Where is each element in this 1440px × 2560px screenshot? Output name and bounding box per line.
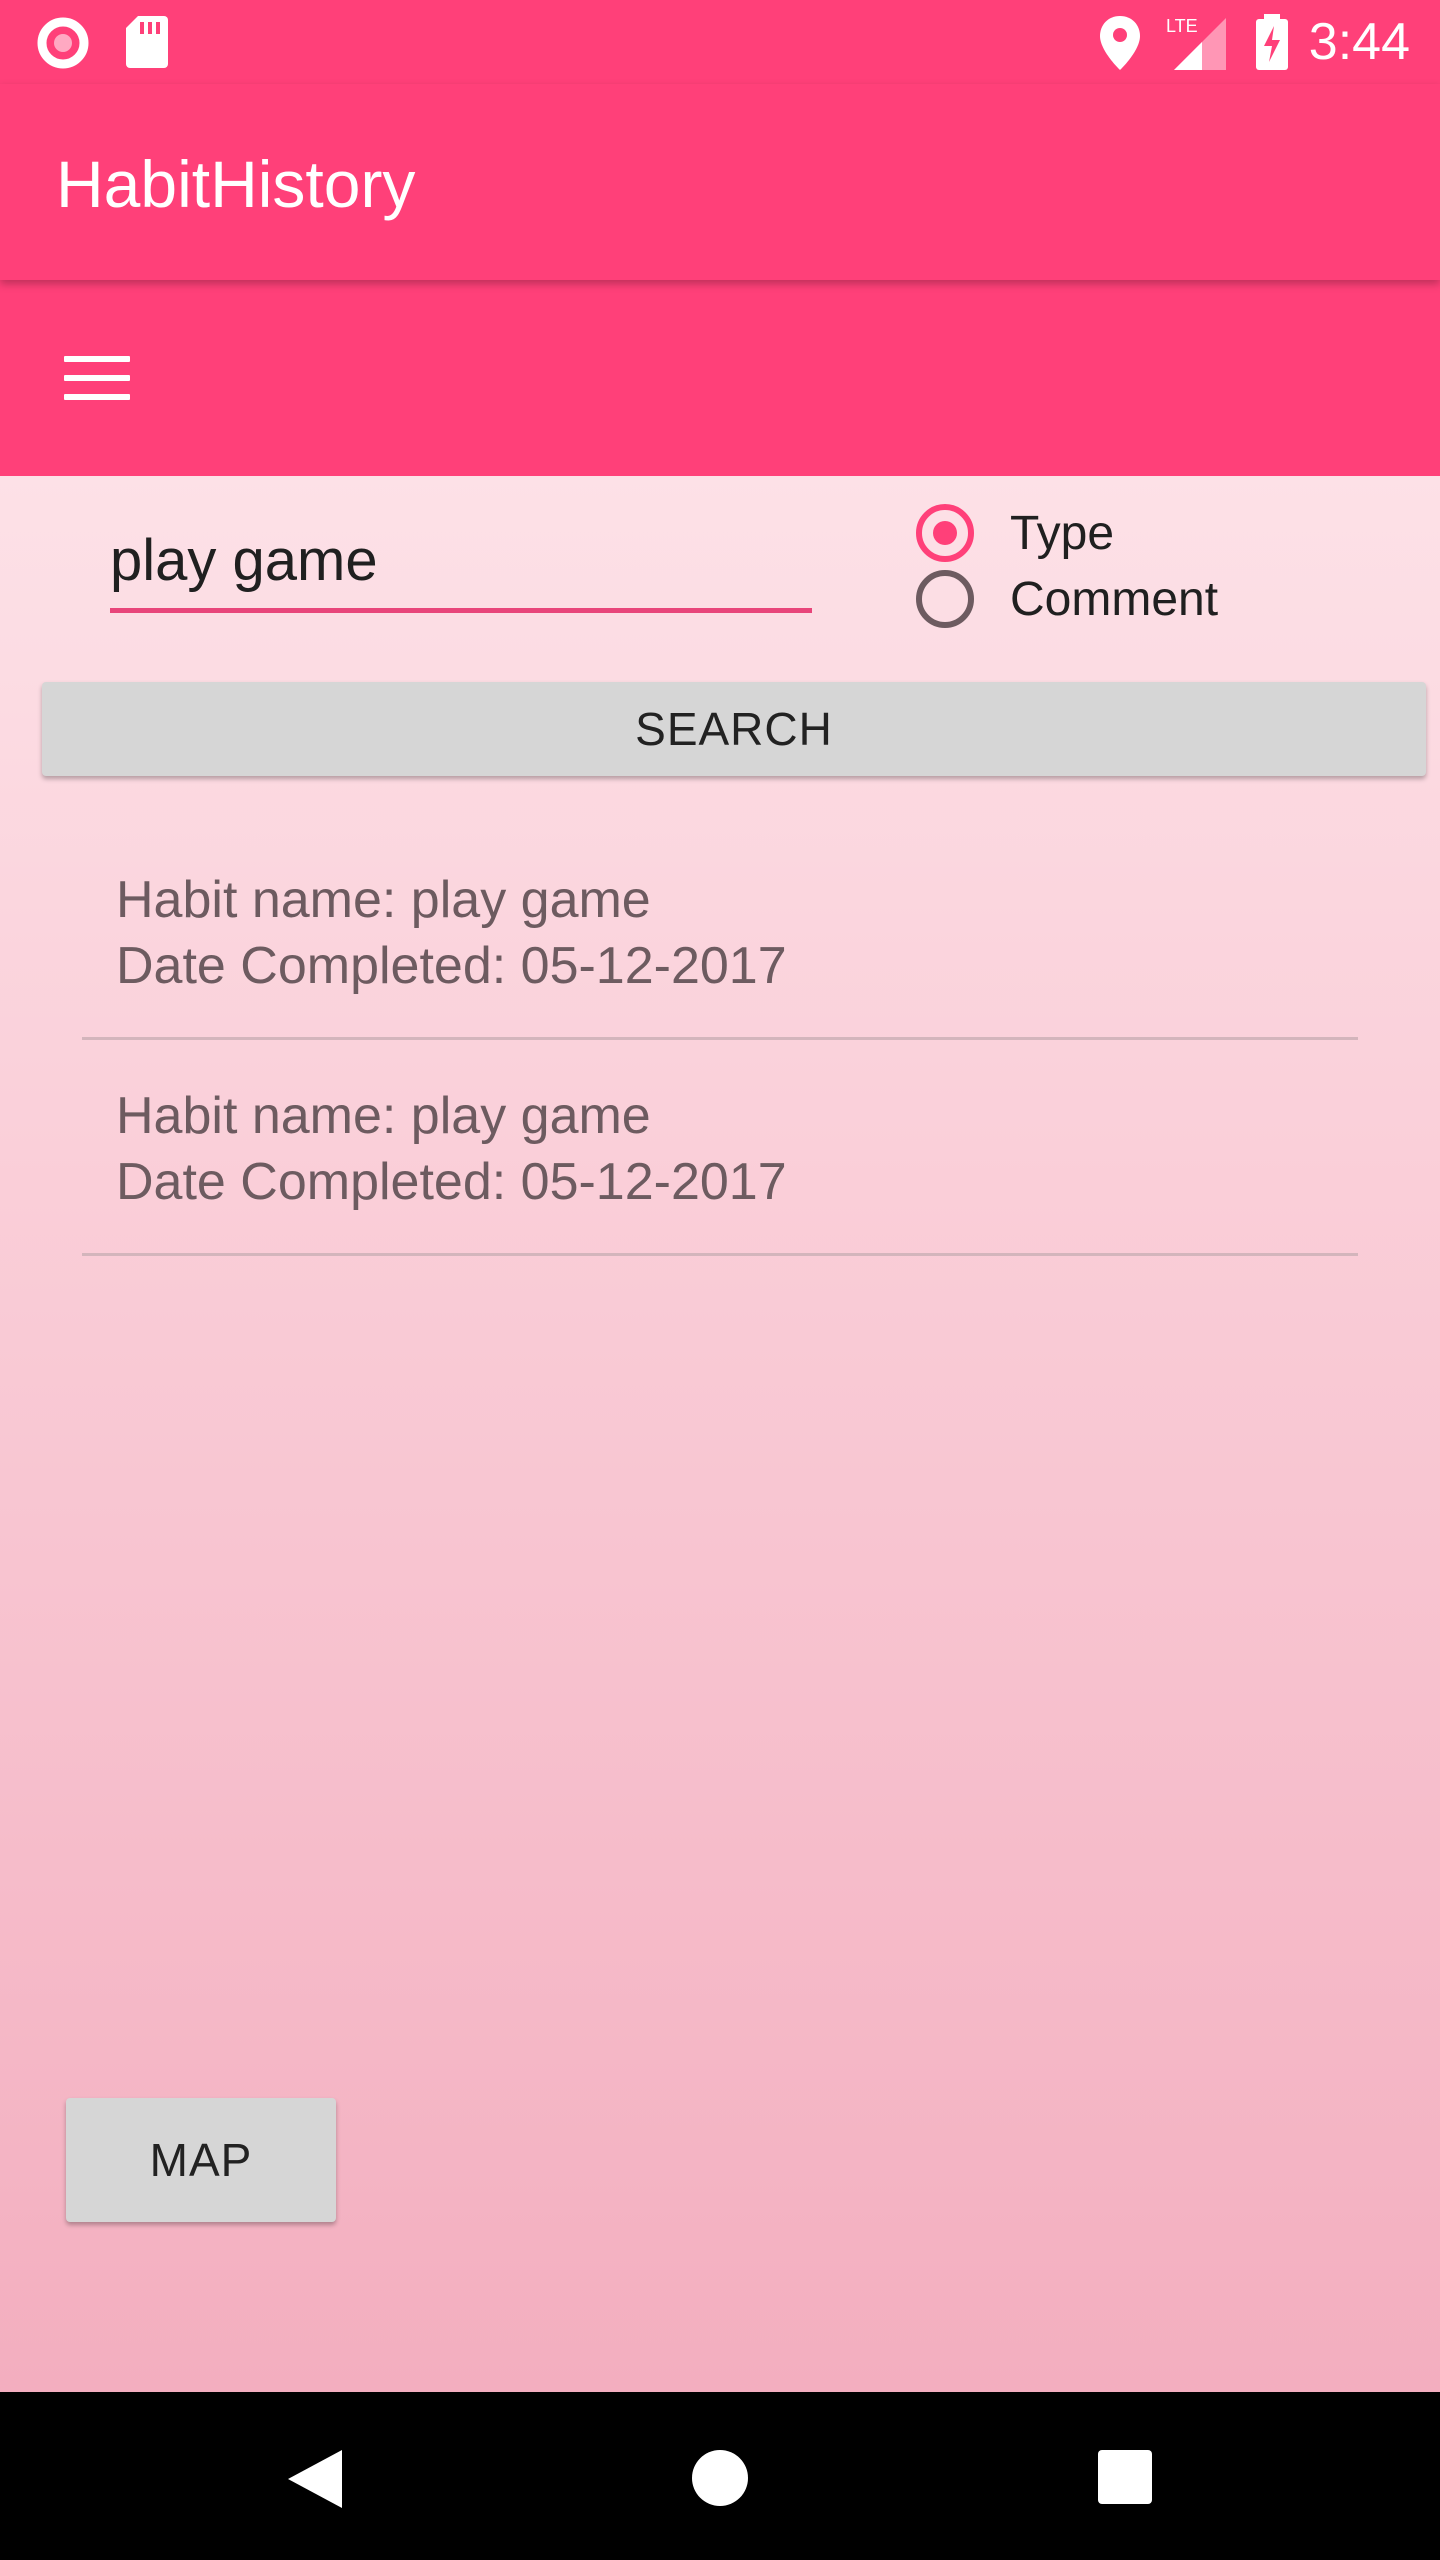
search-input[interactable] — [110, 512, 812, 613]
navigation-bar — [0, 2392, 1440, 2560]
list-item[interactable]: Habit name: play game Date Completed: 05… — [82, 868, 1358, 1042]
search-button[interactable]: SEARCH — [42, 682, 1426, 776]
list-divider — [82, 1253, 1358, 1256]
sd-card-icon — [126, 16, 168, 68]
date-completed-text: Date Completed: 05-12-2017 — [116, 937, 787, 995]
radio-label-comment: Comment — [1010, 573, 1219, 626]
clock-time: 3:44 — [1308, 13, 1410, 71]
recents-icon[interactable] — [1096, 2448, 1154, 2506]
back-icon[interactable] — [284, 2446, 346, 2512]
app-bar: HabitHistory — [0, 84, 1440, 280]
location-icon — [1100, 16, 1140, 70]
date-completed-text: Date Completed: 05-12-2017 — [116, 1153, 787, 1211]
radio-button-checked[interactable] — [916, 504, 974, 562]
lte-signal-icon: LTE — [1166, 16, 1226, 70]
svg-text:LTE: LTE — [1166, 16, 1198, 36]
list-item[interactable]: Habit name: play game Date Completed: 05… — [82, 1084, 1358, 1258]
radio-label-type: Type — [1010, 507, 1115, 560]
home-icon[interactable] — [690, 2448, 750, 2508]
toolbar — [0, 280, 1440, 476]
app-title: HabitHistory — [56, 147, 416, 221]
hamburger-menu-icon[interactable] — [56, 348, 140, 408]
habit-name-text: Habit name: play game — [116, 871, 651, 929]
map-button[interactable]: MAP — [66, 2098, 336, 2222]
battery-charging-icon — [1256, 14, 1288, 70]
content-area: Type Comment SEARCH Habit name: play gam… — [0, 476, 1440, 2392]
habit-name-text: Habit name: play game — [116, 1087, 651, 1145]
radio-button-unchecked[interactable] — [916, 570, 974, 628]
list-divider — [82, 1037, 1358, 1040]
record-icon — [37, 17, 89, 69]
status-bar: LTE 3:44 — [0, 0, 1440, 84]
